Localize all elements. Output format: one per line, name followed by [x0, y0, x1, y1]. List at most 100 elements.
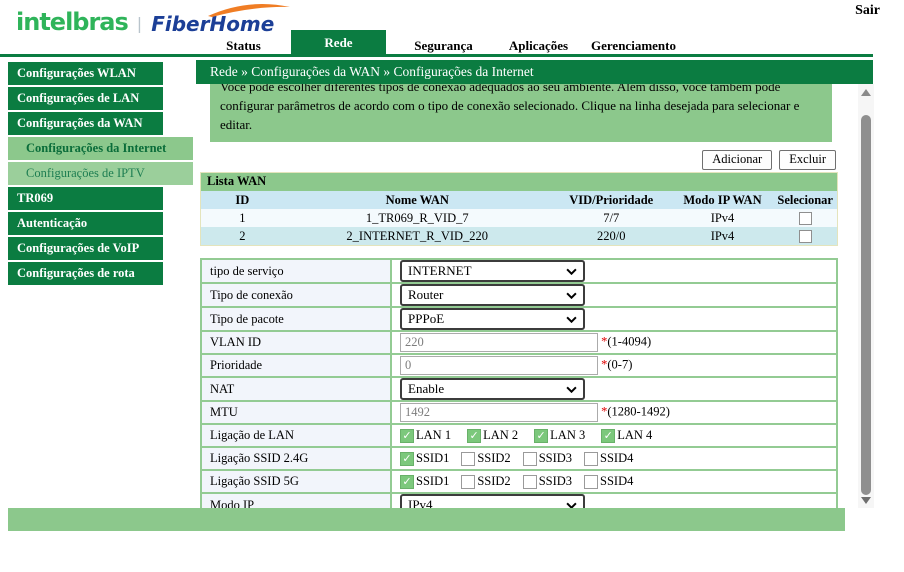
sidebar: Configurações WLAN Configurações de LAN … — [8, 62, 193, 287]
wan-list: Lista WAN ID Nome WAN VID/Prioridade Mod… — [200, 172, 838, 246]
ip-mode-value: IPv4 — [408, 497, 433, 508]
tabbar-underline — [0, 54, 873, 57]
ip-mode-select[interactable]: IPv4 — [400, 494, 585, 508]
scroll-up-arrow-icon[interactable] — [861, 89, 871, 96]
scroll-down-arrow-icon[interactable] — [861, 497, 871, 504]
ssid24-binding-group: ✓SSID1 SSID2 SSID3 SSID4 — [400, 451, 836, 466]
ssid5-1-checkbox[interactable]: ✓ — [400, 475, 414, 489]
lan4-label: LAN 4 — [617, 428, 652, 443]
priority-label: Prioridade — [201, 354, 391, 377]
connection-type-value: Router — [408, 287, 443, 303]
vlan-id-input[interactable] — [400, 333, 598, 352]
chevron-down-icon — [566, 386, 577, 393]
nat-select[interactable]: Enable — [400, 378, 585, 400]
wan-edit-form: tipo de serviço INTERNET Tipo de conexão… — [200, 258, 838, 508]
priority-hint: (0-7) — [607, 357, 632, 371]
sidebar-item-iptv-settings[interactable]: Configurações de IPTV — [8, 162, 193, 185]
wan-row-1-checkbox[interactable] — [799, 212, 812, 225]
lan1-checkbox[interactable]: ✓ — [400, 429, 414, 443]
lan-binding-label: Ligação de LAN — [201, 424, 391, 447]
delete-button[interactable]: Excluir — [779, 150, 836, 170]
wan-table-header: ID Nome WAN VID/Prioridade Modo IP WAN S… — [201, 191, 837, 209]
vlan-id-label: VLAN ID — [201, 331, 391, 354]
wan-row-2-name: 2_INTERNET_R_VID_220 — [284, 227, 551, 245]
mtu-label: MTU — [201, 401, 391, 424]
brand-logo: intelbras | FiberHome — [16, 8, 282, 36]
service-type-label: tipo de serviço — [201, 259, 391, 283]
service-type-select[interactable]: INTERNET — [400, 260, 585, 282]
wan-row-1-vid: 7/7 — [551, 209, 672, 227]
lan3-label: LAN 3 — [550, 428, 585, 443]
packet-type-value: PPPoE — [408, 311, 444, 327]
col-mode: Modo IP WAN — [672, 191, 774, 209]
connection-type-select[interactable]: Router — [400, 284, 585, 306]
mtu-hint: (1280-1492) — [607, 404, 670, 418]
service-type-value: INTERNET — [408, 263, 472, 279]
ssid24-3-label: SSID3 — [539, 451, 572, 466]
sidebar-item-internet-settings[interactable]: Configurações da Internet — [8, 137, 193, 160]
nat-value: Enable — [408, 381, 444, 397]
fiberhome-swoosh-icon — [206, 4, 292, 18]
col-select: Selecionar — [773, 191, 837, 209]
col-vid: VID/Prioridade — [551, 191, 672, 209]
logo-separator: | — [137, 14, 142, 33]
sidebar-item-rota[interactable]: Configurações de rota — [8, 262, 163, 285]
chevron-down-icon — [566, 316, 577, 323]
lan-binding-group: ✓LAN 1 ✓LAN 2 ✓LAN 3 ✓LAN 4 — [400, 428, 836, 443]
ssid24-2-label: SSID2 — [477, 451, 510, 466]
footer-bar — [8, 508, 845, 531]
sidebar-item-lan[interactable]: Configurações de LAN — [8, 87, 163, 110]
tab-rede[interactable]: Rede — [291, 30, 386, 57]
chevron-down-icon — [566, 292, 577, 299]
ssid5-4-label: SSID4 — [600, 474, 633, 489]
chevron-down-icon — [566, 268, 577, 275]
ssid5-2-checkbox[interactable] — [461, 475, 475, 489]
ssid5-3-checkbox[interactable] — [523, 475, 537, 489]
vertical-scrollbar[interactable] — [858, 84, 874, 508]
wan-row-1-id: 1 — [201, 209, 284, 227]
lan3-checkbox[interactable]: ✓ — [534, 429, 548, 443]
col-id: ID — [201, 191, 284, 209]
ssid24-3-checkbox[interactable] — [523, 452, 537, 466]
logout-link[interactable]: Sair — [855, 3, 880, 19]
fiberhome-logo: FiberHome — [151, 12, 282, 36]
wan-table: ID Nome WAN VID/Prioridade Modo IP WAN S… — [201, 191, 837, 245]
wan-row-2-checkbox[interactable] — [799, 230, 812, 243]
wan-row-2-id: 2 — [201, 227, 284, 245]
wan-row-1[interactable]: 1 1_TR069_R_VID_7 7/7 IPv4 — [201, 209, 837, 227]
add-button[interactable]: Adicionar — [702, 150, 772, 170]
sidebar-item-voip[interactable]: Configurações de VoIP — [8, 237, 163, 260]
sidebar-item-tr069[interactable]: TR069 — [8, 187, 163, 210]
sidebar-item-autenticacao[interactable]: Autenticação — [8, 212, 163, 235]
ssid24-4-checkbox[interactable] — [584, 452, 598, 466]
ssid5-binding-group: ✓SSID1 SSID2 SSID3 SSID4 — [400, 474, 836, 489]
wan-row-2-vid: 220/0 — [551, 227, 672, 245]
ssid24-binding-label: Ligação SSID 2.4G — [201, 447, 391, 470]
scrollbar-thumb[interactable] — [861, 115, 871, 495]
ssid5-2-label: SSID2 — [477, 474, 510, 489]
ssid24-1-label: SSID1 — [416, 451, 449, 466]
priority-input[interactable] — [400, 356, 598, 375]
lan2-checkbox[interactable]: ✓ — [467, 429, 481, 443]
sidebar-item-wan[interactable]: Configurações da WAN — [8, 112, 163, 135]
lan4-checkbox[interactable]: ✓ — [601, 429, 615, 443]
intelbras-logo: intelbras — [16, 8, 128, 36]
lan1-label: LAN 1 — [416, 428, 451, 443]
nat-label: NAT — [201, 377, 391, 401]
content-viewport: Você pode escolher diferentes tipos de c… — [196, 84, 858, 508]
ssid24-1-checkbox[interactable]: ✓ — [400, 452, 414, 466]
ssid5-4-checkbox[interactable] — [584, 475, 598, 489]
ip-mode-label: Modo IP — [201, 493, 391, 508]
ssid24-2-checkbox[interactable] — [461, 452, 475, 466]
wan-row-1-name: 1_TR069_R_VID_7 — [284, 209, 551, 227]
sidebar-item-wlan[interactable]: Configurações WLAN — [8, 62, 163, 85]
packet-type-label: Tipo de pacote — [201, 307, 391, 331]
packet-type-select[interactable]: PPPoE — [400, 308, 585, 330]
wan-row-2[interactable]: 2 2_INTERNET_R_VID_220 220/0 IPv4 — [201, 227, 837, 245]
wan-row-2-mode: IPv4 — [672, 227, 774, 245]
ssid24-4-label: SSID4 — [600, 451, 633, 466]
mtu-input[interactable] — [400, 403, 598, 422]
col-name: Nome WAN — [284, 191, 551, 209]
ssid5-3-label: SSID3 — [539, 474, 572, 489]
info-text: Você pode escolher diferentes tipos de c… — [210, 84, 832, 142]
